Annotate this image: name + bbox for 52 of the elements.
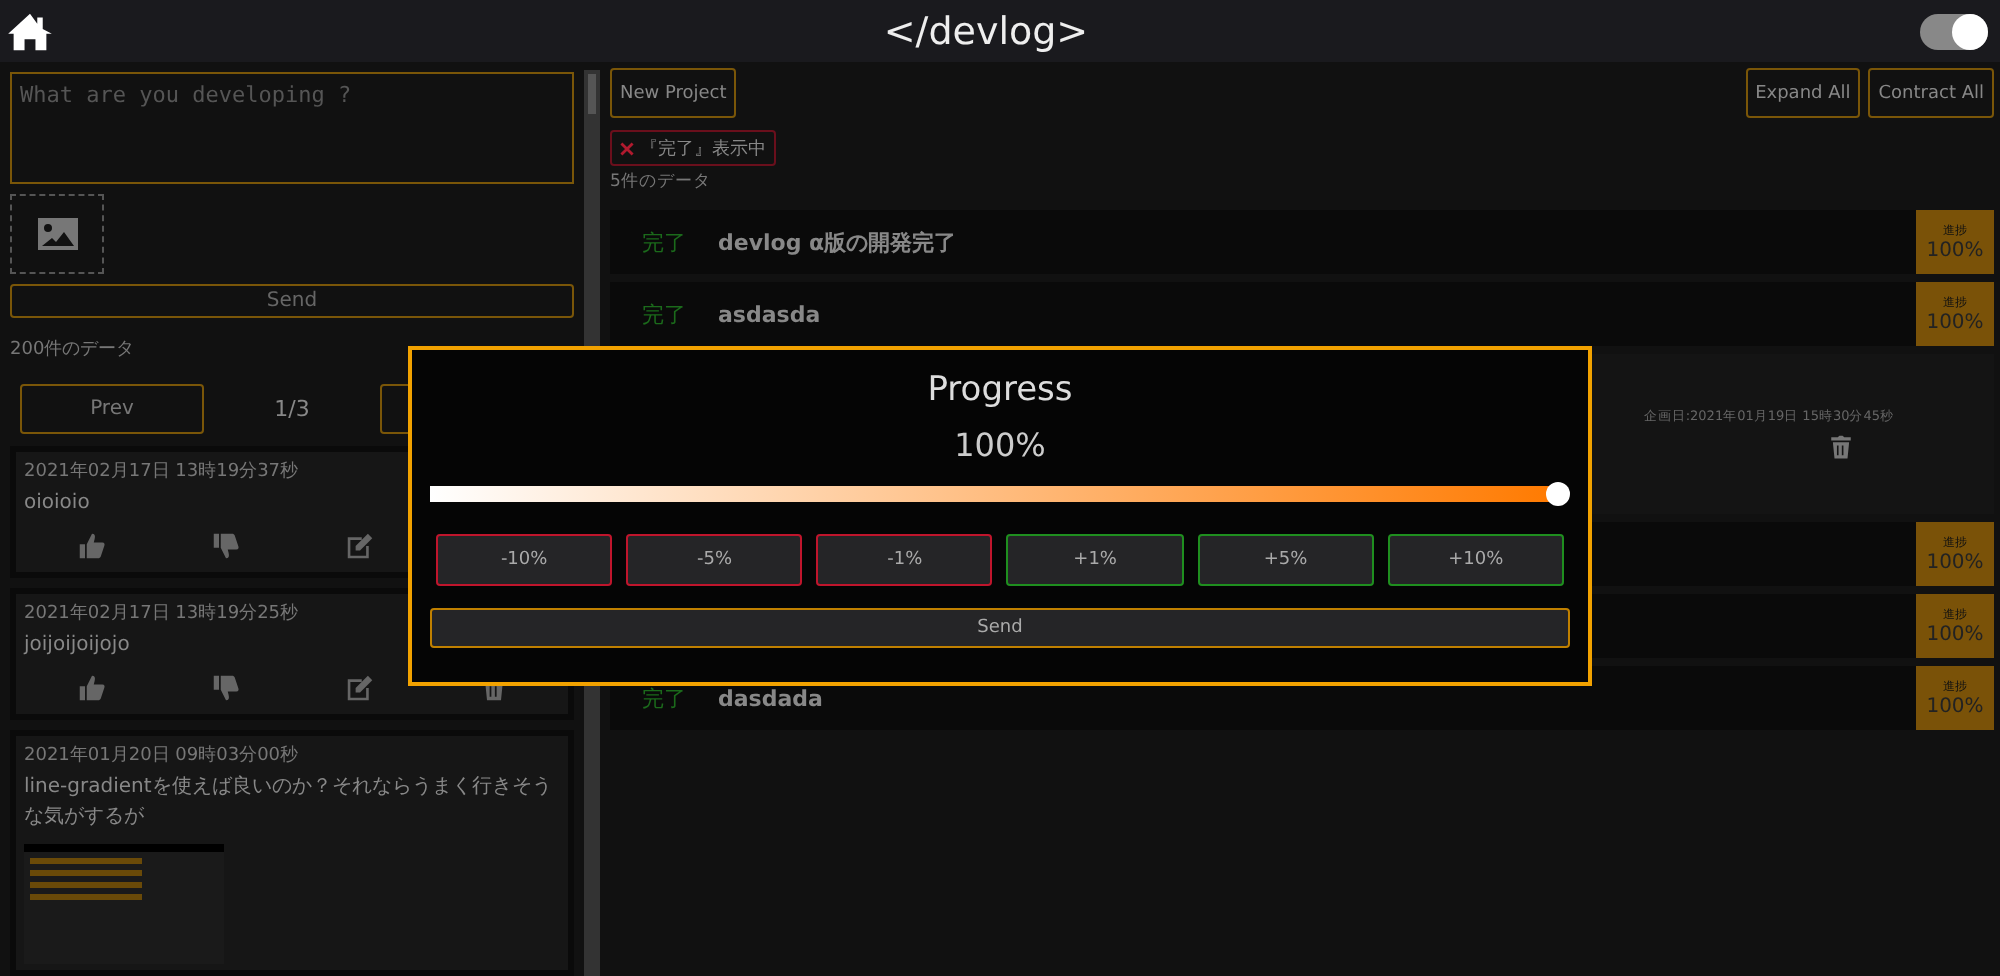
slider-thumb[interactable] [1546, 482, 1570, 506]
dialog-title: Progress [927, 370, 1073, 410]
badge-value: 100% [1926, 624, 1984, 646]
post-date: 2021年01月20日 09時03分00秒 [24, 743, 301, 768]
home-icon [8, 11, 52, 51]
post-date: 2021年02月17日 13時19分25秒 [24, 601, 301, 626]
close-icon [620, 141, 634, 155]
progress-slider[interactable] [430, 482, 1570, 506]
edit-icon[interactable] [345, 532, 373, 560]
thumbs-down-icon[interactable] [211, 532, 239, 560]
new-project-button[interactable]: New Project [610, 68, 737, 118]
theme-toggle[interactable] [1919, 13, 1988, 49]
trash-icon[interactable] [1828, 434, 1854, 460]
thumbs-down-icon[interactable] [211, 674, 239, 702]
status-label: 完了 [642, 683, 686, 713]
post-count: 200件のデータ [10, 337, 137, 362]
badge-value: 100% [1926, 552, 1984, 574]
project-count: 5件のデータ [610, 170, 713, 194]
step-button[interactable]: -5% [626, 534, 803, 586]
app-title: </devlog> [883, 9, 1089, 53]
post-text: joijoijoijojo [24, 632, 132, 660]
project-title: devlog α版の開発完了 [718, 227, 959, 257]
thumbs-up-icon[interactable] [77, 532, 105, 560]
send-button[interactable]: Send [430, 608, 1570, 648]
filter-chip[interactable]: 『完了』表示中 [610, 130, 776, 166]
post-text: line-gradientを使えば良いのか？それならうまく行きそうな気がするが [24, 773, 554, 832]
step-button[interactable]: +5% [1197, 534, 1374, 586]
project-title: dasdada [718, 685, 825, 711]
status-label: 完了 [642, 227, 686, 257]
filter-label: 『完了』表示中 [640, 137, 766, 161]
step-button[interactable]: -1% [816, 534, 993, 586]
badge-value: 100% [1926, 696, 1984, 718]
badge-value: 100% [1926, 312, 1984, 334]
image-icon [37, 218, 77, 251]
badge-value: 100% [1926, 240, 1984, 262]
contract-all-button[interactable]: Contract All [1868, 68, 1994, 118]
prev-button[interactable]: Prev [20, 384, 204, 434]
post-date: 2021年02月17日 13時19分37秒 [24, 459, 301, 484]
project-title: asdasda [718, 301, 823, 327]
step-button[interactable]: -10% [436, 534, 613, 586]
post-text: oioioio [24, 490, 92, 518]
step-button[interactable]: +1% [1006, 534, 1184, 586]
send-button[interactable]: Send [10, 283, 574, 318]
status-label: 完了 [642, 299, 686, 329]
image-upload-button[interactable] [10, 194, 104, 274]
thumbs-up-icon[interactable] [77, 674, 105, 702]
post-input[interactable]: What are you developing ? [10, 72, 574, 185]
page-indicator: 1/3 [274, 396, 310, 422]
step-button[interactable]: +10% [1387, 534, 1564, 586]
expand-all-button[interactable]: Expand All [1745, 68, 1861, 118]
progress-value: 100% [954, 426, 1046, 464]
edit-icon[interactable] [345, 674, 373, 702]
